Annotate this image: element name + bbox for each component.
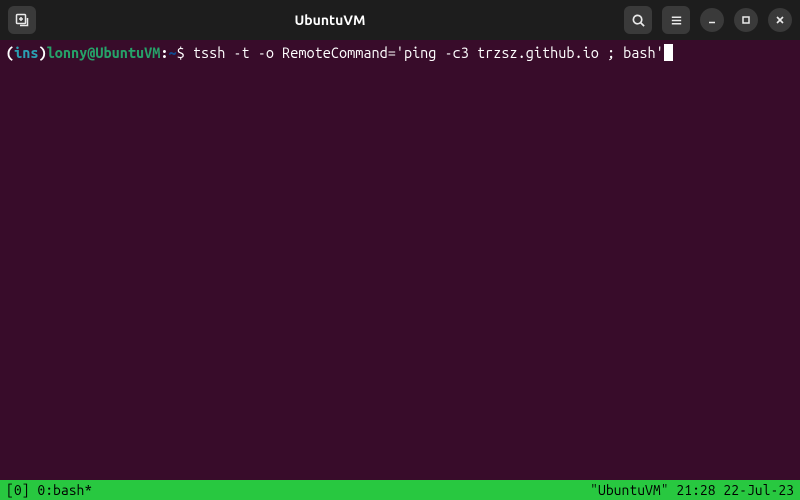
new-tab-button[interactable] [8, 6, 36, 34]
prompt-path: ~ [168, 44, 176, 61]
maximize-button[interactable] [734, 8, 758, 32]
search-button[interactable] [624, 6, 652, 34]
menu-button[interactable] [662, 6, 690, 34]
prompt-user: lonny [47, 44, 88, 61]
command-text: tssh -t -o RemoteCommand='ping -c3 trzsz… [193, 44, 664, 61]
terminal-output[interactable]: (ins)lonny@UbuntuVM:~$ tssh -t -o Remote… [0, 40, 800, 480]
prompt-paren-open: ( [6, 44, 14, 61]
window-titlebar: UbuntuVM [0, 0, 800, 40]
minimize-button[interactable] [700, 8, 724, 32]
prompt-dollar: $ [177, 44, 193, 61]
prompt-paren-close: ) [39, 44, 47, 61]
statusbar-left: [0] 0:bash* [6, 482, 92, 498]
cursor [664, 44, 673, 61]
statusbar-right: "UbuntuVM" 21:28 22-Jul-23 [590, 482, 794, 498]
tmux-statusbar: [0] 0:bash* "UbuntuVM" 21:28 22-Jul-23 [0, 480, 800, 500]
titlebar-left [8, 6, 36, 34]
close-button[interactable] [768, 8, 792, 32]
prompt-mode: ins [14, 44, 38, 61]
titlebar-right [624, 6, 792, 34]
window-title: UbuntuVM [44, 12, 616, 28]
prompt-host: UbuntuVM [95, 44, 160, 61]
